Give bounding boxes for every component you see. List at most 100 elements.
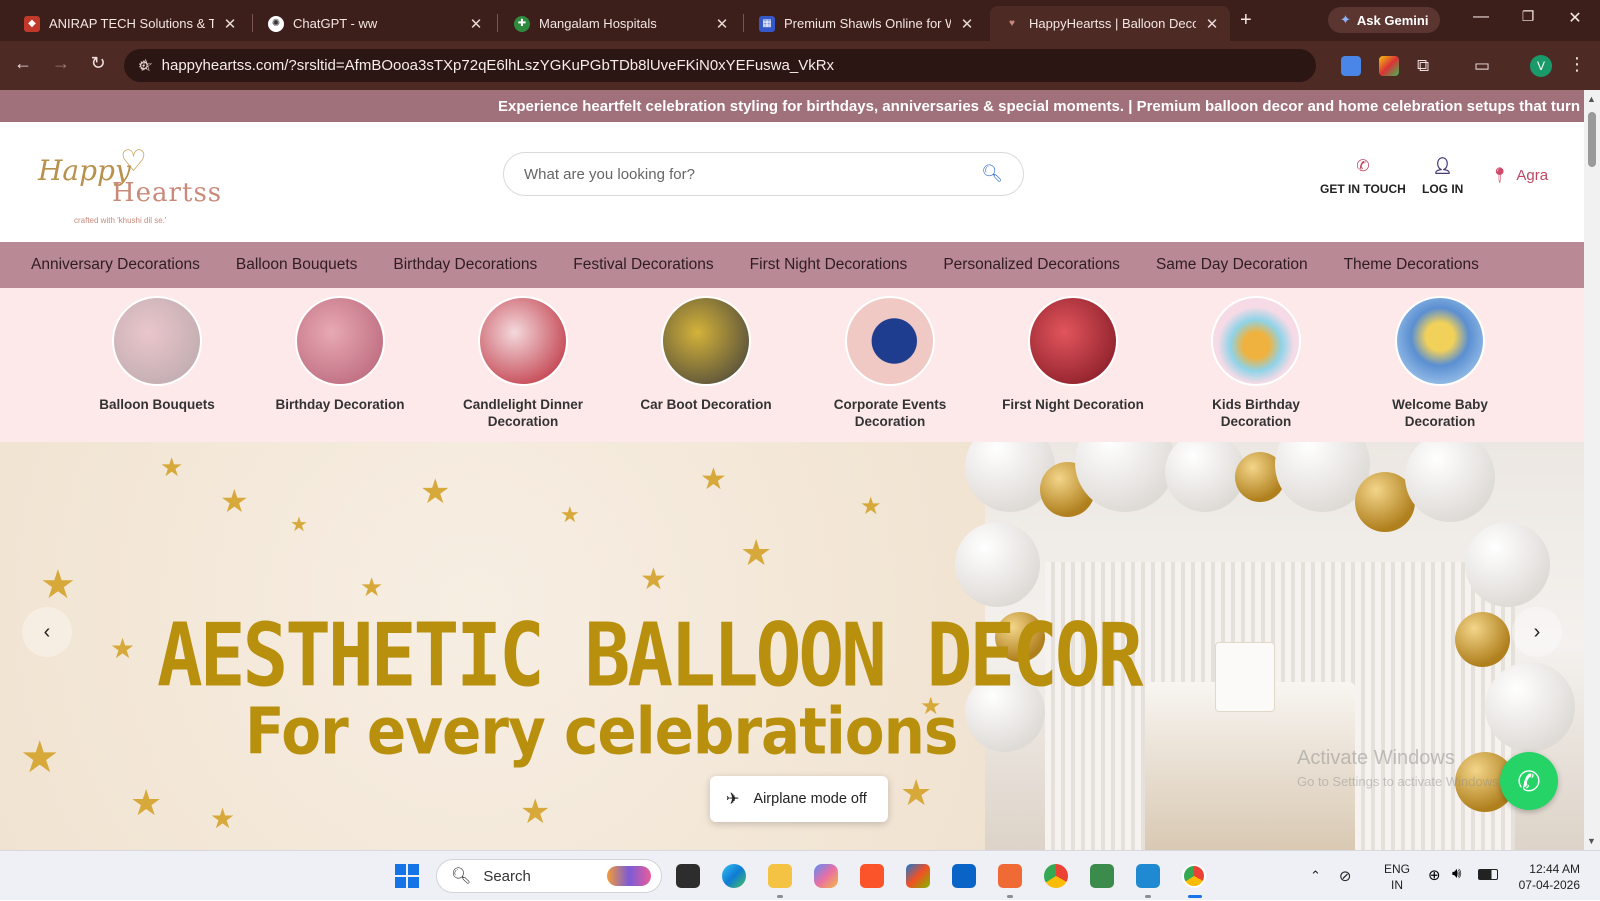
forward-arrow-icon[interactable]: → bbox=[48, 53, 74, 74]
windows-start-icon[interactable] bbox=[395, 864, 419, 888]
new-tab-button[interactable]: + bbox=[1240, 9, 1252, 32]
happyheartss-logo[interactable]: ♡ Happy Heartss crafted with 'khushi dil… bbox=[38, 142, 221, 225]
gold-star-icon: ★ bbox=[560, 502, 580, 527]
carousel-prev-button[interactable]: ‹ bbox=[22, 607, 72, 657]
get-in-touch-link[interactable]: ✆ GET IN TOUCH bbox=[1320, 156, 1406, 196]
app-icon[interactable] bbox=[998, 864, 1022, 888]
language-indicator[interactable]: ENG IN bbox=[1384, 861, 1410, 893]
brave-icon[interactable] bbox=[860, 864, 884, 888]
chrome-profile-icon[interactable] bbox=[1182, 864, 1206, 888]
whatsapp-icon: ✆ bbox=[1517, 765, 1541, 797]
close-window-icon[interactable]: ✕ bbox=[1560, 8, 1590, 28]
gold-star-icon: ★ bbox=[290, 514, 308, 536]
category-car-boot[interactable]: Car Boot Decoration bbox=[631, 296, 781, 413]
close-tab-icon[interactable]: ✕ bbox=[222, 15, 238, 33]
category-image bbox=[1395, 296, 1485, 386]
tab-mangalam[interactable]: ✚ Mangalam Hospitals ✕ bbox=[500, 6, 740, 41]
close-tab-icon[interactable]: ✕ bbox=[1204, 15, 1220, 33]
tab-anirap[interactable]: ◆ ANIRAP TECH Solutions & Tech ✕ bbox=[10, 6, 248, 41]
globe-icon[interactable]: ⊕ bbox=[1428, 866, 1441, 884]
close-tab-icon[interactable]: ✕ bbox=[959, 15, 975, 33]
category-image bbox=[845, 296, 935, 386]
color-extension-icon[interactable] bbox=[1379, 56, 1399, 76]
minimize-icon[interactable]: — bbox=[1466, 8, 1496, 26]
page-scrollbar[interactable]: ▲ ▼ bbox=[1584, 90, 1600, 850]
nav-item-same-day[interactable]: Same Day Decoration bbox=[1156, 256, 1308, 274]
restore-icon[interactable]: ❐ bbox=[1513, 8, 1543, 25]
nav-item-anniversary[interactable]: Anniversary Decorations bbox=[31, 256, 200, 274]
chrome-icon[interactable] bbox=[1044, 864, 1068, 888]
tab-chatgpt[interactable]: ✺ ChatGPT - ww ✕ bbox=[254, 6, 494, 41]
bookmark-star-icon[interactable]: ☆ bbox=[138, 56, 153, 76]
gold-star-icon: ★ bbox=[860, 493, 882, 520]
search-icon[interactable]: 🔍︎ bbox=[981, 164, 1003, 184]
category-kids-birthday[interactable]: Kids Birthday Decoration bbox=[1181, 296, 1331, 430]
balloon bbox=[1465, 522, 1550, 607]
hero-banner: ★ ★ ★ ★ ★ ★ ★ ★ ★ ★ ★ ★ ★ ★ ★ ★ ★ ★ AEST… bbox=[0, 442, 1584, 850]
nav-item-personalized[interactable]: Personalized Decorations bbox=[943, 256, 1120, 274]
taskbar-search[interactable]: 🔍︎ Search bbox=[436, 859, 662, 893]
category-balloon-bouquets[interactable]: Balloon Bouquets bbox=[82, 296, 232, 413]
balloon bbox=[1165, 442, 1245, 512]
mangalam-favicon-icon: ✚ bbox=[514, 15, 530, 32]
vscode-icon[interactable] bbox=[1136, 864, 1160, 888]
category-birthday[interactable]: Birthday Decoration bbox=[265, 296, 415, 413]
carousel-next-button[interactable]: › bbox=[1512, 607, 1562, 657]
ask-gemini-button[interactable]: ✦ Ask Gemini bbox=[1328, 7, 1441, 33]
browser-menu-icon[interactable]: ⋮ bbox=[1568, 54, 1586, 75]
network-off-icon[interactable]: ⊘ bbox=[1339, 867, 1352, 885]
system-clock[interactable]: 12:44 AM 07-04-2026 bbox=[1508, 861, 1580, 893]
scroll-down-icon[interactable]: ▼ bbox=[1587, 836, 1596, 846]
tab-happyheartss[interactable]: ♥ HappyHeartss | Balloon Decora ✕ bbox=[990, 6, 1230, 41]
gemini-sparkle-icon: ✦ bbox=[1340, 12, 1351, 27]
nav-item-first-night[interactable]: First Night Decorations bbox=[750, 256, 908, 274]
phone-icon: ✆ bbox=[1356, 158, 1370, 175]
tab-search-icon[interactable]: ▭ bbox=[1474, 56, 1494, 76]
category-candlelight-dinner[interactable]: Candlelight Dinner Decoration bbox=[448, 296, 598, 430]
copilot-icon[interactable] bbox=[814, 864, 838, 888]
tab-shawls[interactable]: ▦ Premium Shawls Online for Wo ✕ bbox=[745, 6, 985, 41]
file-explorer-icon[interactable] bbox=[768, 864, 792, 888]
outlook-icon[interactable] bbox=[952, 864, 976, 888]
scrollbar-thumb[interactable] bbox=[1588, 112, 1596, 167]
extensions-puzzle-icon[interactable]: ⧉ bbox=[1417, 56, 1437, 76]
location-selector[interactable]: 📍︎ Agra bbox=[1490, 166, 1548, 184]
search-input[interactable] bbox=[524, 165, 982, 183]
balloon bbox=[1405, 442, 1495, 522]
volume-icon[interactable]: 🔊︎ bbox=[1452, 865, 1461, 882]
address-bar[interactable]: ⚙ happyheartss.com/?srsltid=AfmBOooa3sTX… bbox=[124, 49, 1316, 82]
close-tab-icon[interactable]: ✕ bbox=[468, 15, 484, 33]
shawls-favicon-icon: ▦ bbox=[759, 15, 775, 32]
close-tab-icon[interactable]: ✕ bbox=[714, 15, 730, 33]
category-first-night[interactable]: First Night Decoration bbox=[998, 296, 1148, 413]
category-corporate-events[interactable]: Corporate Events Decoration bbox=[815, 296, 965, 430]
scroll-up-icon[interactable]: ▲ bbox=[1587, 94, 1596, 104]
gold-star-icon: ★ bbox=[520, 793, 551, 831]
back-arrow-icon[interactable]: ← bbox=[10, 53, 36, 74]
nav-item-birthday[interactable]: Birthday Decorations bbox=[393, 256, 537, 274]
gold-star-icon: ★ bbox=[740, 532, 773, 573]
announcement-bar: Experience heartfelt celebration styling… bbox=[0, 90, 1584, 122]
nav-item-balloon-bouquets[interactable]: Balloon Bouquets bbox=[236, 256, 358, 274]
whatsapp-chat-button[interactable]: ✆ bbox=[1500, 752, 1558, 810]
login-link[interactable]: 👤︎ LOG IN bbox=[1422, 156, 1463, 196]
web-page: Experience heartfelt celebration styling… bbox=[0, 90, 1584, 850]
category-welcome-baby[interactable]: Welcome Baby Decoration bbox=[1365, 296, 1515, 430]
hero-subtitle: For every celebrations bbox=[245, 694, 958, 769]
microsoft-store-icon[interactable] bbox=[906, 864, 930, 888]
gold-star-icon: ★ bbox=[40, 563, 76, 607]
task-view-icon[interactable] bbox=[676, 864, 700, 888]
chevron-right-icon: › bbox=[1533, 620, 1541, 643]
profile-avatar[interactable]: V bbox=[1530, 55, 1552, 77]
reload-icon[interactable]: ↻ bbox=[85, 53, 111, 74]
chevron-up-icon[interactable]: ⌃ bbox=[1310, 868, 1321, 884]
nav-item-theme[interactable]: Theme Decorations bbox=[1344, 256, 1479, 274]
nav-item-festival[interactable]: Festival Decorations bbox=[573, 256, 713, 274]
airplane-mode-toast: ✈ Airplane mode off bbox=[710, 776, 888, 822]
gold-star-icon: ★ bbox=[220, 483, 249, 519]
docs-extension-icon[interactable] bbox=[1341, 56, 1361, 76]
edge-icon[interactable] bbox=[722, 864, 746, 888]
spreadsheet-app-icon[interactable] bbox=[1090, 864, 1114, 888]
battery-icon[interactable] bbox=[1478, 869, 1498, 880]
cake bbox=[1215, 642, 1275, 712]
